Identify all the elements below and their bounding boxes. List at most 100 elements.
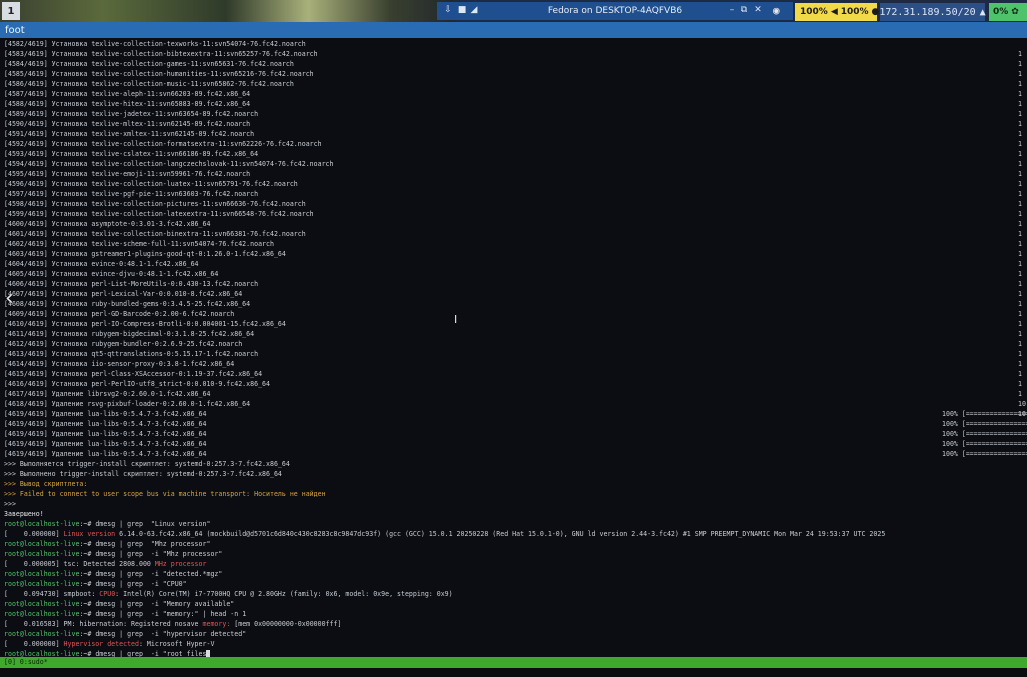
system-top-bar: 1 ⇩ ■ ◢ Fedora on DESKTOP-4AQFVB6 – ⧉ ✕ … xyxy=(0,0,1027,22)
terminal-line: [4584/4619] Установка texlive-collection… xyxy=(4,60,294,68)
line-suffix: [mem 0x00000000-0x00000fff] xyxy=(230,620,342,628)
workspace-1-button[interactable]: 1 xyxy=(2,2,20,20)
truncated-column: 1 xyxy=(1018,320,1022,328)
truncated-column: 1 xyxy=(1018,200,1022,208)
chevron-left-icon[interactable]: ‹ xyxy=(5,288,14,310)
prompt-user-host: root@localhost-live xyxy=(4,550,80,558)
terminal-line: Завершено! xyxy=(4,510,44,518)
command-text: :~# dmesg | grep -i "Memory available" xyxy=(79,600,235,608)
prompt-line: root@localhost-live:~# dmesg | grep "Mhz… xyxy=(4,539,210,549)
volume-indicator[interactable]: 100% ◀ 100% ● xyxy=(795,3,879,21)
command-text: :~# dmesg | grep -i "hypervisor detected… xyxy=(79,630,247,638)
truncated-column: 1 xyxy=(1018,190,1022,198)
terminal-line: [4617/4619] Удаление librsvg2-0:2.60.0-1… xyxy=(4,390,211,398)
truncated-column: 1 xyxy=(1018,80,1022,88)
truncated-column: 1 xyxy=(1018,220,1022,228)
status-text: [0] 0:sudo* xyxy=(4,658,48,666)
line-suffix: : Intel(R) Core(TM) i7-7700HQ CPU @ 2.80… xyxy=(115,590,453,598)
command-text: :~# dmesg | grep -i "detected.*mgz" xyxy=(79,570,223,578)
eye-icon[interactable]: ◉ xyxy=(773,4,789,18)
terminal-line: [4597/4619] Установка texlive-pgf-pie-11… xyxy=(4,190,259,198)
terminal-line: [4582/4619] Установка texlive-collection… xyxy=(4,40,306,48)
truncated-column: 1 xyxy=(1018,340,1022,348)
window-titlebar[interactable]: foot xyxy=(0,22,1027,38)
terminal-line: [4605/4619] Установка evince-djvu-0:48.1… xyxy=(4,270,219,278)
line-prefix: [ 0.094730] smpboot: xyxy=(4,590,100,598)
command-text: :~# dmesg | grep -i "CPU0" xyxy=(79,580,187,588)
truncated-column: 1 xyxy=(1018,170,1022,178)
terminal-line: [4604/4619] Установка evince-0:48.1-1.fc… xyxy=(4,260,199,268)
progress-bar: 100% [================ xyxy=(942,430,1027,438)
minimize-icon[interactable]: – xyxy=(727,5,737,15)
truncated-column: 1 xyxy=(1018,330,1022,338)
terminal-line: [4607/4619] Установка perl-Lexical-Var-0… xyxy=(4,290,243,298)
terminal-line: [4619/4619] Удаление lua-libs-0:5.4.7-3.… xyxy=(4,410,207,418)
truncated-column: 1 xyxy=(1018,230,1022,238)
prompt-line: root@localhost-live:~# dmesg | grep -i "… xyxy=(4,549,222,559)
terminal-line: [4613/4619] Установка qt5-qttranslations… xyxy=(4,350,259,358)
grep-match: Hypervisor detected xyxy=(63,640,139,648)
terminal-line: [ 0.000000] Hypervisor detected: Microso… xyxy=(4,639,214,649)
terminal-line: [4619/4619] Удаление lua-libs-0:5.4.7-3.… xyxy=(4,430,207,438)
network-indicator[interactable]: 172.31.189.50/20 ▲ xyxy=(879,3,986,21)
terminal-line: [4595/4619] Установка texlive-emoji-11:s… xyxy=(4,170,251,178)
truncated-column: 1 xyxy=(1018,60,1022,68)
line-prefix: [ 0.000000] xyxy=(4,640,64,648)
terminal-output[interactable]: [4582/4619] Установка texlive-collection… xyxy=(0,38,1027,657)
restore-icon[interactable]: ⧉ xyxy=(739,5,749,15)
command-text: :~# dmesg | grep "Linux version" xyxy=(79,520,211,528)
truncated-column: 1 xyxy=(1018,390,1022,398)
terminal-line: [4588/4619] Установка texlive-hitex-11:s… xyxy=(4,100,251,108)
progress-bar: 100% [================ xyxy=(942,410,1027,418)
grep-match: CPU0 xyxy=(99,590,116,598)
terminal-line: >>> Вывод скриптлета: xyxy=(4,480,88,488)
terminal-line: [4612/4619] Установка rubygem-bundler-0:… xyxy=(4,340,243,348)
truncated-column: 1 xyxy=(1018,130,1022,138)
prompt-user-host: root@localhost-live xyxy=(4,580,80,588)
terminal-line: [4619/4619] Удаление lua-libs-0:5.4.7-3.… xyxy=(4,450,207,458)
line-prefix: [ 0.000000] xyxy=(4,530,64,538)
mic-value: 100% xyxy=(840,7,869,17)
truncated-column: 1 xyxy=(1018,100,1022,108)
prompt-line: root@localhost-live:~# dmesg | grep -i "… xyxy=(4,579,187,589)
prompt-user-host: root@localhost-live xyxy=(4,540,80,548)
prompt-user-host: root@localhost-live xyxy=(4,650,80,657)
network-icon: ▲ xyxy=(979,6,986,18)
truncated-column: 1 xyxy=(1018,350,1022,358)
ip-address: 172.31.189.50/20 xyxy=(879,6,976,18)
truncated-column: 1 xyxy=(1018,50,1022,58)
truncated-column: 1 xyxy=(1018,160,1022,168)
close-icon[interactable]: ✕ xyxy=(753,5,763,15)
prompt-user-host: root@localhost-live xyxy=(4,570,80,578)
truncated-column: 10 xyxy=(1018,400,1026,408)
speaker-icon: ◀ xyxy=(830,7,838,17)
truncated-column: 1 xyxy=(1018,380,1022,388)
terminal-line: [4618/4619] Удаление rsvg-pixbuf-loader-… xyxy=(4,400,251,408)
prompt-user-host: root@localhost-live xyxy=(4,600,80,608)
terminal-line: [4611/4619] Установка rubygem-bigdecimal… xyxy=(4,330,255,338)
terminal-line: [4585/4619] Установка texlive-collection… xyxy=(4,70,314,78)
battery-indicator[interactable]: 0% ✿ xyxy=(989,3,1027,21)
line-prefix: [ 0.016583] PM: hibernation: Registered … xyxy=(4,620,203,628)
grep-match: Linux version xyxy=(63,530,116,538)
truncated-column: 1 xyxy=(1018,360,1022,368)
terminal-line: [4586/4619] Установка texlive-collection… xyxy=(4,80,294,88)
truncated-column: 1 xyxy=(1018,260,1022,268)
prompt-line: root@localhost-live:~# dmesg | grep -i "… xyxy=(4,569,222,579)
truncated-column: 1 xyxy=(1018,280,1022,288)
grep-match: memory: xyxy=(202,620,231,628)
terminal-line: [4616/4619] Установка perl-PerlIO-utf8_s… xyxy=(4,380,270,388)
terminal-line: [4589/4619] Установка texlive-jadetex-11… xyxy=(4,110,259,118)
prompt-user-host: root@localhost-live xyxy=(4,610,80,618)
progress-bar: 100% [================ xyxy=(942,440,1027,448)
terminal-line: [4606/4619] Установка perl-List-MoreUtil… xyxy=(4,280,259,288)
terminal-line: [4583/4619] Установка texlive-collection… xyxy=(4,50,318,58)
prompt-line: root@localhost-live:~# dmesg | grep "Lin… xyxy=(4,519,210,529)
terminal-line: [4598/4619] Установка texlive-collection… xyxy=(4,200,306,208)
truncated-column: 1 xyxy=(1018,370,1022,378)
terminal-line: [4615/4619] Установка perl-Class-XSAcces… xyxy=(4,370,263,378)
terminal-line: [4619/4619] Удаление lua-libs-0:5.4.7-3.… xyxy=(4,420,207,428)
terminal-line: >>> Выполняется trigger-install скриптле… xyxy=(4,460,290,468)
terminal-line: [4592/4619] Установка texlive-collection… xyxy=(4,140,322,148)
command-text: :~# dmesg | grep -i "root files xyxy=(79,650,207,657)
